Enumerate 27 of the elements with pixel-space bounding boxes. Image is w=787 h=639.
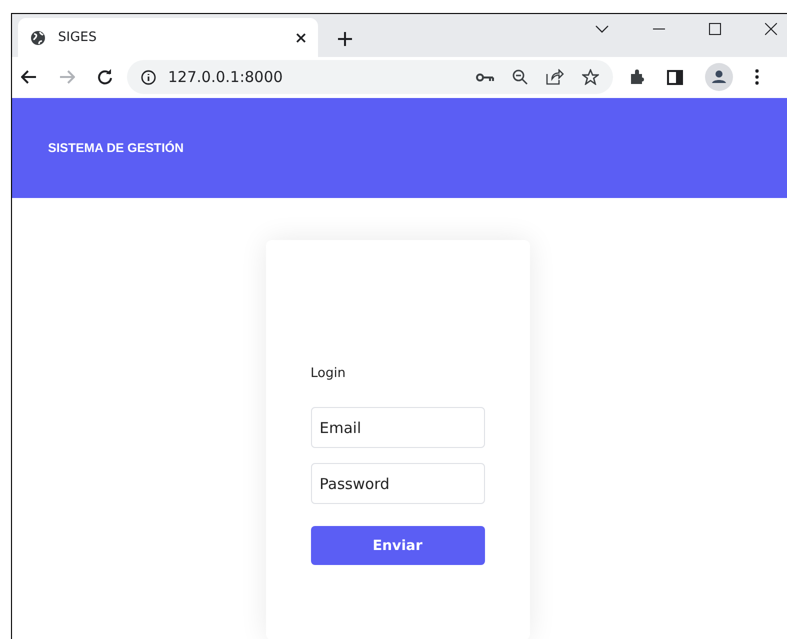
browser-tab[interactable]: SIGES (18, 18, 318, 58)
brand-title: SISTEMA DE GESTIÓN (48, 140, 184, 155)
puzzle-icon[interactable] (629, 69, 645, 86)
chevron-down-icon[interactable] (595, 24, 609, 33)
input-field[interactable]: Email (310, 407, 484, 448)
key-icon[interactable] (476, 72, 494, 82)
url-text: 127.0.0.1:8000 (168, 68, 283, 86)
input-field[interactable]: Password (310, 463, 484, 504)
globe-icon (30, 30, 46, 46)
reload-icon[interactable] (97, 69, 113, 86)
profile-icon[interactable] (705, 63, 733, 92)
star-icon[interactable] (582, 69, 599, 86)
menu-icon[interactable] (755, 69, 759, 86)
new-tab-icon[interactable] (338, 32, 352, 46)
side-panel-icon[interactable] (667, 70, 683, 85)
tab-title: SIGES (58, 30, 98, 46)
submit-button[interactable]: Enviar (310, 526, 484, 566)
maximize-icon[interactable] (709, 22, 721, 35)
share-icon[interactable] (546, 69, 564, 86)
info-icon (141, 70, 156, 85)
zoom-out-icon[interactable] (512, 69, 528, 86)
back-arrow-icon[interactable] (21, 70, 37, 84)
minimize-icon[interactable] (653, 28, 665, 30)
close-icon[interactable] (765, 22, 777, 35)
address-bar[interactable]: 127.0.0.1:8000 (127, 60, 613, 94)
close-icon[interactable] (296, 32, 306, 43)
login-title: Login (310, 366, 347, 382)
